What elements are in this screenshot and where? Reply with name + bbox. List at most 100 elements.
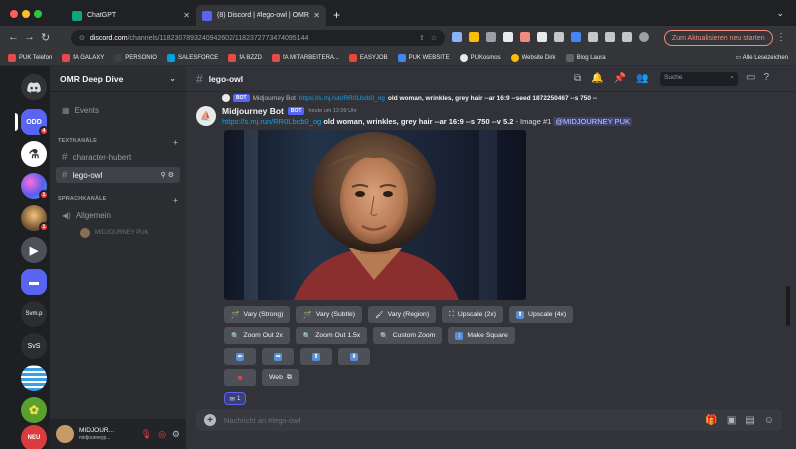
user-mention[interactable]: @MIDJOURNEY PUK xyxy=(553,117,632,126)
vary-strong-button[interactable]: 🪄 Vary (Strong) xyxy=(224,306,291,323)
voice-user[interactable]: MIDJOURNEY PUK xyxy=(74,225,178,241)
pan-up-button[interactable]: ⬆ xyxy=(300,348,332,365)
extension-icon[interactable] xyxy=(452,32,462,42)
profile-avatar-icon[interactable] xyxy=(639,32,649,42)
server-folder[interactable]: ▬ xyxy=(21,269,47,295)
close-tab-icon[interactable]: ✕ xyxy=(183,11,190,20)
pan-right-button[interactable]: ➡ xyxy=(262,348,294,365)
help-icon[interactable]: ? xyxy=(763,72,769,83)
threads-icon[interactable]: ⧉ xyxy=(574,73,581,84)
extension-icon[interactable] xyxy=(520,32,530,42)
favorite-button[interactable]: ♥ xyxy=(224,369,256,386)
tab-search-chevron-icon[interactable]: ⌄ xyxy=(776,8,784,19)
extension-icon[interactable] xyxy=(469,32,479,42)
tab-chatgpt[interactable]: ChatGPT ✕ xyxy=(66,5,196,26)
server-header[interactable]: OMR Deep Dive ⌄ xyxy=(50,66,186,92)
pin-icon[interactable]: 📌 xyxy=(614,73,626,84)
bookmark-item[interactable]: fA GALAXY xyxy=(62,53,104,62)
extension-icon[interactable] xyxy=(503,32,513,42)
extension-icon[interactable] xyxy=(537,32,547,42)
extension-icon[interactable] xyxy=(486,32,496,42)
category-voice-channels[interactable]: SPRACHKANÄLE + xyxy=(58,196,178,205)
sticker-icon[interactable]: ▤ xyxy=(745,415,754,426)
reply-link[interactable]: https://s.mj.run/RR0Lbcb0_og xyxy=(299,95,385,102)
chat-scrollbar[interactable] xyxy=(786,96,790,396)
gear-icon[interactable]: ⚙ xyxy=(172,429,180,440)
upscale-4x-button[interactable]: ⬆ Upscale (4x) xyxy=(509,306,574,323)
close-tab-icon[interactable]: ✕ xyxy=(313,11,320,20)
search-input[interactable]: Suche ⌕ xyxy=(660,72,738,86)
gift-icon[interactable]: 🎁 xyxy=(705,415,717,426)
zoom-out-1-5x-button[interactable]: 🔍 Zoom Out 1.5x xyxy=(295,327,368,344)
extension-icon[interactable] xyxy=(571,32,581,42)
inbox-icon[interactable]: ▭ xyxy=(746,72,755,83)
make-square-button[interactable]: ↕ Make Square xyxy=(448,327,515,344)
server-flask[interactable]: ⚗ xyxy=(21,141,47,167)
vary-region-button[interactable]: 🖌 Vary (Region) xyxy=(368,306,437,323)
reply-reference[interactable]: BOT Midjourney Bot https://s.mj.run/RR0L… xyxy=(222,94,597,102)
zoom-out-2x-button[interactable]: 🔍 Zoom Out 2x xyxy=(224,327,290,344)
puzzle-icon[interactable] xyxy=(588,32,598,42)
bookmark-item[interactable]: Blog Laura xyxy=(565,53,606,62)
reaction-envelope[interactable]: ✉ 1 xyxy=(224,392,246,405)
channel-item-character-hubert[interactable]: # character-hubert xyxy=(56,149,180,165)
members-icon[interactable]: 👥 xyxy=(636,73,648,84)
server-game[interactable]: ▶ xyxy=(21,237,47,263)
voice-channel-allgemein[interactable]: ◀) Allgemein xyxy=(56,207,180,223)
minimize-window-button[interactable] xyxy=(22,10,30,18)
prompt-link[interactable]: https://s.mj.run/RR0Lbcb0_og xyxy=(222,117,321,126)
server-new[interactable]: NEU xyxy=(21,425,47,449)
generated-image[interactable] xyxy=(224,130,526,300)
vary-subtle-button[interactable]: 🪄 Vary (Subtle) xyxy=(296,306,363,323)
new-tab-button[interactable]: + xyxy=(333,8,340,22)
discord-home-button[interactable] xyxy=(21,74,47,100)
gif-icon[interactable]: ▣ xyxy=(727,415,736,426)
server-striped[interactable] xyxy=(21,365,47,391)
update-browser-button[interactable]: Zum Aktualisieren neu starten xyxy=(664,30,773,46)
web-button[interactable]: Web ⧉ xyxy=(262,369,299,386)
close-window-button[interactable] xyxy=(10,10,18,18)
server-colorful[interactable]: 1 xyxy=(21,173,49,200)
message-author[interactable]: Midjourney Bot xyxy=(222,106,284,116)
server-svs[interactable]: SvS xyxy=(21,333,47,359)
server-svmp[interactable]: Svm.p xyxy=(21,301,47,327)
bookmark-item[interactable]: PERSONIO xyxy=(114,53,157,62)
pan-down-button[interactable]: ⬇ xyxy=(338,348,370,365)
site-info-icon[interactable]: ⊙ xyxy=(79,34,85,42)
download-icon[interactable] xyxy=(605,32,615,42)
attach-plus-icon[interactable]: + xyxy=(204,414,216,426)
channel-item-lego-owl[interactable]: # lego-owl ⚲ ⚙ xyxy=(56,167,180,183)
bookmark-item[interactable]: Website Dirk xyxy=(510,53,556,62)
bookmark-star-icon[interactable]: ☆ xyxy=(431,34,437,42)
extension-icon[interactable] xyxy=(554,32,564,42)
headphones-muted-icon[interactable]: ◎ xyxy=(158,429,166,440)
message-composer[interactable]: + Nachricht an #lego-owl 🎁 ▣ ▤ ☺ xyxy=(196,409,782,431)
invite-icon[interactable]: ⚲ ⚙ xyxy=(161,171,174,179)
custom-zoom-button[interactable]: 🔍 Custom Zoom xyxy=(373,327,443,344)
maximize-window-button[interactable] xyxy=(34,10,42,18)
tab-discord[interactable]: (8) Discord | #lego-owl | OMR ✕ xyxy=(196,5,326,26)
bookmark-item[interactable]: PUKosmos xyxy=(459,53,501,62)
bell-icon[interactable]: 🔔 xyxy=(591,73,603,84)
bookmark-item[interactable]: PUK Telefon xyxy=(8,53,52,62)
all-bookmarks-button[interactable]: ▭ Alle Lesezeichen xyxy=(736,54,788,61)
sidepanel-icon[interactable] xyxy=(622,32,632,42)
bot-avatar[interactable]: ⛵ xyxy=(196,106,216,126)
events-item[interactable]: ▦ Events xyxy=(56,102,180,118)
add-channel-icon[interactable]: + xyxy=(173,196,178,205)
bookmark-item[interactable]: fA MITARBEITERA... xyxy=(272,53,339,62)
server-avatar[interactable]: 1 xyxy=(21,205,49,232)
share-icon[interactable]: ⇪ xyxy=(419,34,425,42)
reload-button[interactable]: ↻ xyxy=(41,31,50,44)
bookmark-item[interactable]: SALESFORCE xyxy=(166,53,218,62)
add-channel-icon[interactable]: + xyxy=(173,138,178,147)
mic-muted-icon[interactable]: 🎙 xyxy=(141,429,152,440)
bookmark-item[interactable]: fA BZZD xyxy=(228,53,262,62)
category-text-channels[interactable]: TEXTKANÄLE + xyxy=(58,138,178,147)
server-green[interactable]: ✿ xyxy=(21,397,47,423)
avatar[interactable] xyxy=(56,425,74,443)
bookmark-item[interactable]: EASYJOB xyxy=(348,53,388,62)
pan-left-button[interactable]: ⬅ xyxy=(224,348,256,365)
upscale-2x-button[interactable]: ⛶ Upscale (2x) xyxy=(442,306,504,323)
bookmark-item[interactable]: PUK WEBSITE xyxy=(397,53,450,62)
